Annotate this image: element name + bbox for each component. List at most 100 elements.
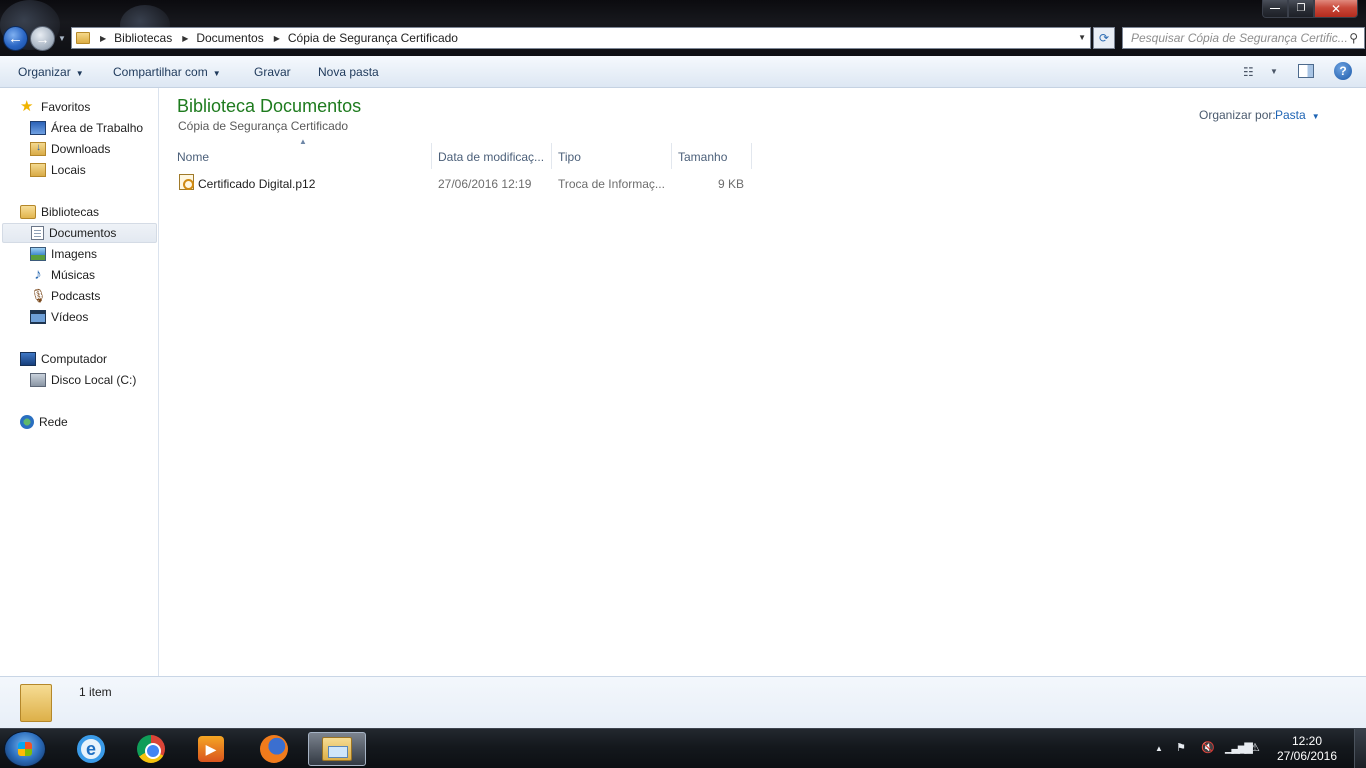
taskbar-google-chrome[interactable]: [122, 732, 180, 766]
column-header-date-modified[interactable]: Data de modificaç...: [432, 143, 552, 169]
change-view-icon[interactable]: ☷: [1243, 65, 1254, 79]
windows-explorer-icon: [322, 737, 352, 761]
file-list-pane: Biblioteca Documentos Cópia de Segurança…: [159, 88, 1366, 676]
sidebar-item-favorites[interactable]: ★ Favoritos: [20, 97, 90, 117]
recent-pages-dropdown-icon[interactable]: ▼: [58, 34, 66, 43]
clock-date: 27/06/2016: [1276, 749, 1338, 763]
preview-pane-icon[interactable]: [1298, 64, 1314, 78]
sidebar-item-label: Imagens: [51, 247, 98, 261]
pictures-icon: [30, 247, 46, 261]
taskbar-media-player[interactable]: ▶: [182, 732, 240, 766]
media-player-icon: ▶: [198, 736, 224, 762]
taskbar-clock[interactable]: 12:20 27/06/2016: [1275, 734, 1339, 764]
refresh-icon: ⟳: [1098, 31, 1110, 45]
music-icon: ♪: [34, 266, 42, 283]
videos-icon: [30, 310, 46, 324]
firefox-icon: [260, 735, 288, 763]
sidebar-item-videos[interactable]: Vídeos: [30, 307, 88, 327]
minimize-button[interactable]: —: [1262, 0, 1288, 18]
chevron-down-icon: ▼: [212, 69, 221, 78]
arrange-by-dropdown[interactable]: Pasta ▼: [1275, 108, 1320, 122]
column-header-name[interactable]: Nome: [171, 143, 432, 169]
action-center-icon[interactable]: ⚑: [1176, 741, 1186, 754]
sidebar-item-local-disk[interactable]: Disco Local (C:): [30, 370, 136, 390]
libraries-icon: [20, 205, 36, 219]
chevron-right-icon[interactable]: ▶: [100, 34, 106, 43]
desktop-icon: [30, 121, 46, 135]
arrange-by-value: Pasta: [1275, 108, 1306, 122]
chevron-down-icon: ▼: [1311, 112, 1320, 121]
breadcrumb-bibliotecas[interactable]: Bibliotecas: [114, 31, 172, 45]
power-warning-icon[interactable]: ⚠: [1250, 741, 1260, 754]
column-header-size[interactable]: Tamanho: [672, 143, 752, 169]
details-pane: 1 item: [0, 676, 1366, 728]
documents-icon: [31, 226, 44, 240]
sidebar-item-label: Vídeos: [51, 310, 89, 324]
sidebar-item-documents[interactable]: Documentos: [2, 223, 157, 243]
taskbar-firefox[interactable]: [245, 732, 303, 766]
sidebar-item-music[interactable]: ♪ Músicas: [30, 265, 95, 285]
local-disk-icon: [30, 373, 46, 387]
breadcrumb-current-folder[interactable]: Cópia de Segurança Certificado: [288, 31, 458, 45]
address-bar[interactable]: ▶ Bibliotecas ▶ Documentos ▶ Cópia de Se…: [71, 27, 1091, 49]
taskbar-windows-explorer[interactable]: [308, 732, 366, 766]
sidebar-item-recent-places[interactable]: Locais: [30, 160, 86, 180]
sidebar-item-label: Downloads: [51, 142, 111, 156]
organize-button[interactable]: Organizar ▼: [18, 65, 84, 79]
chevron-right-icon[interactable]: ▶: [182, 34, 188, 43]
organize-label: Organizar: [18, 65, 71, 79]
clock-time: 12:20: [1291, 734, 1323, 748]
taskbar: e ▶ ▲ ⚑ 🔇 ▁▃▅▇ ⚠ 12:20 27/06/2016: [0, 728, 1366, 768]
refresh-button[interactable]: ⟳: [1093, 27, 1115, 49]
column-header-type[interactable]: Tipo: [552, 143, 672, 169]
sidebar-item-label: Área de Trabalho: [51, 121, 144, 135]
file-type: Troca de Informaç...: [558, 177, 665, 191]
share-with-button[interactable]: Compartilhar com ▼: [113, 65, 221, 79]
search-placeholder: Pesquisar Cópia de Segurança Certific...: [1131, 31, 1348, 45]
sidebar-item-label: Documentos: [49, 226, 117, 240]
burn-button[interactable]: Gravar: [254, 65, 291, 79]
volume-muted-icon[interactable]: 🔇: [1201, 741, 1215, 754]
sidebar-item-desktop[interactable]: Área de Trabalho: [30, 118, 143, 138]
network-signal-icon[interactable]: ▁▃▅▇: [1225, 741, 1253, 754]
sidebar-item-label: Bibliotecas: [41, 205, 100, 219]
help-icon[interactable]: ?: [1334, 62, 1352, 80]
table-row[interactable]: Certificado Digital.p12 27/06/2016 12:19…: [177, 173, 753, 195]
show-desktop-button[interactable]: [1354, 729, 1366, 768]
search-icon[interactable]: ⚲: [1349, 31, 1358, 45]
close-button[interactable]: ✕: [1314, 0, 1358, 18]
back-arrow-icon: ←: [8, 30, 23, 47]
star-icon: ★: [20, 98, 34, 115]
show-hidden-icons-icon[interactable]: ▲: [1155, 744, 1163, 753]
address-history-dropdown-icon[interactable]: ▼: [1078, 33, 1086, 42]
certificate-file-icon: [179, 174, 194, 190]
start-button[interactable]: [4, 731, 46, 767]
chevron-right-icon[interactable]: ▶: [274, 34, 280, 43]
forward-arrow-icon: →: [35, 30, 50, 47]
taskbar-internet-explorer[interactable]: e: [62, 732, 120, 766]
maximize-button[interactable]: ❐: [1288, 0, 1314, 18]
chevron-down-icon: ▼: [75, 69, 84, 78]
search-input[interactable]: Pesquisar Cópia de Segurança Certific...…: [1122, 27, 1365, 49]
sidebar-item-network[interactable]: Rede: [20, 412, 68, 432]
new-folder-button[interactable]: Nova pasta: [318, 65, 379, 79]
file-name[interactable]: Certificado Digital.p12: [198, 177, 315, 191]
sidebar-item-podcasts[interactable]: 🎙 Podcasts: [30, 286, 100, 306]
window-controls: — ❐ ✕: [1262, 0, 1358, 18]
sidebar-item-downloads[interactable]: Downloads: [30, 139, 110, 159]
share-with-label: Compartilhar com: [113, 65, 208, 79]
file-date-modified: 27/06/2016 12:19: [438, 177, 532, 191]
sidebar-item-libraries[interactable]: Bibliotecas: [20, 202, 99, 222]
downloads-icon: [30, 142, 46, 156]
chrome-icon: [137, 735, 165, 763]
view-options-dropdown-icon[interactable]: ▼: [1270, 67, 1278, 76]
computer-icon: [20, 352, 36, 366]
sidebar-item-pictures[interactable]: Imagens: [30, 244, 97, 264]
forward-button[interactable]: →: [30, 26, 55, 51]
sidebar-item-label: Podcasts: [51, 289, 101, 303]
breadcrumb-documentos[interactable]: Documentos: [196, 31, 263, 45]
back-button[interactable]: ←: [3, 26, 28, 51]
file-size: 9 KB: [717, 177, 744, 191]
folder-icon: [76, 32, 90, 44]
sidebar-item-computer[interactable]: Computador: [20, 349, 107, 369]
